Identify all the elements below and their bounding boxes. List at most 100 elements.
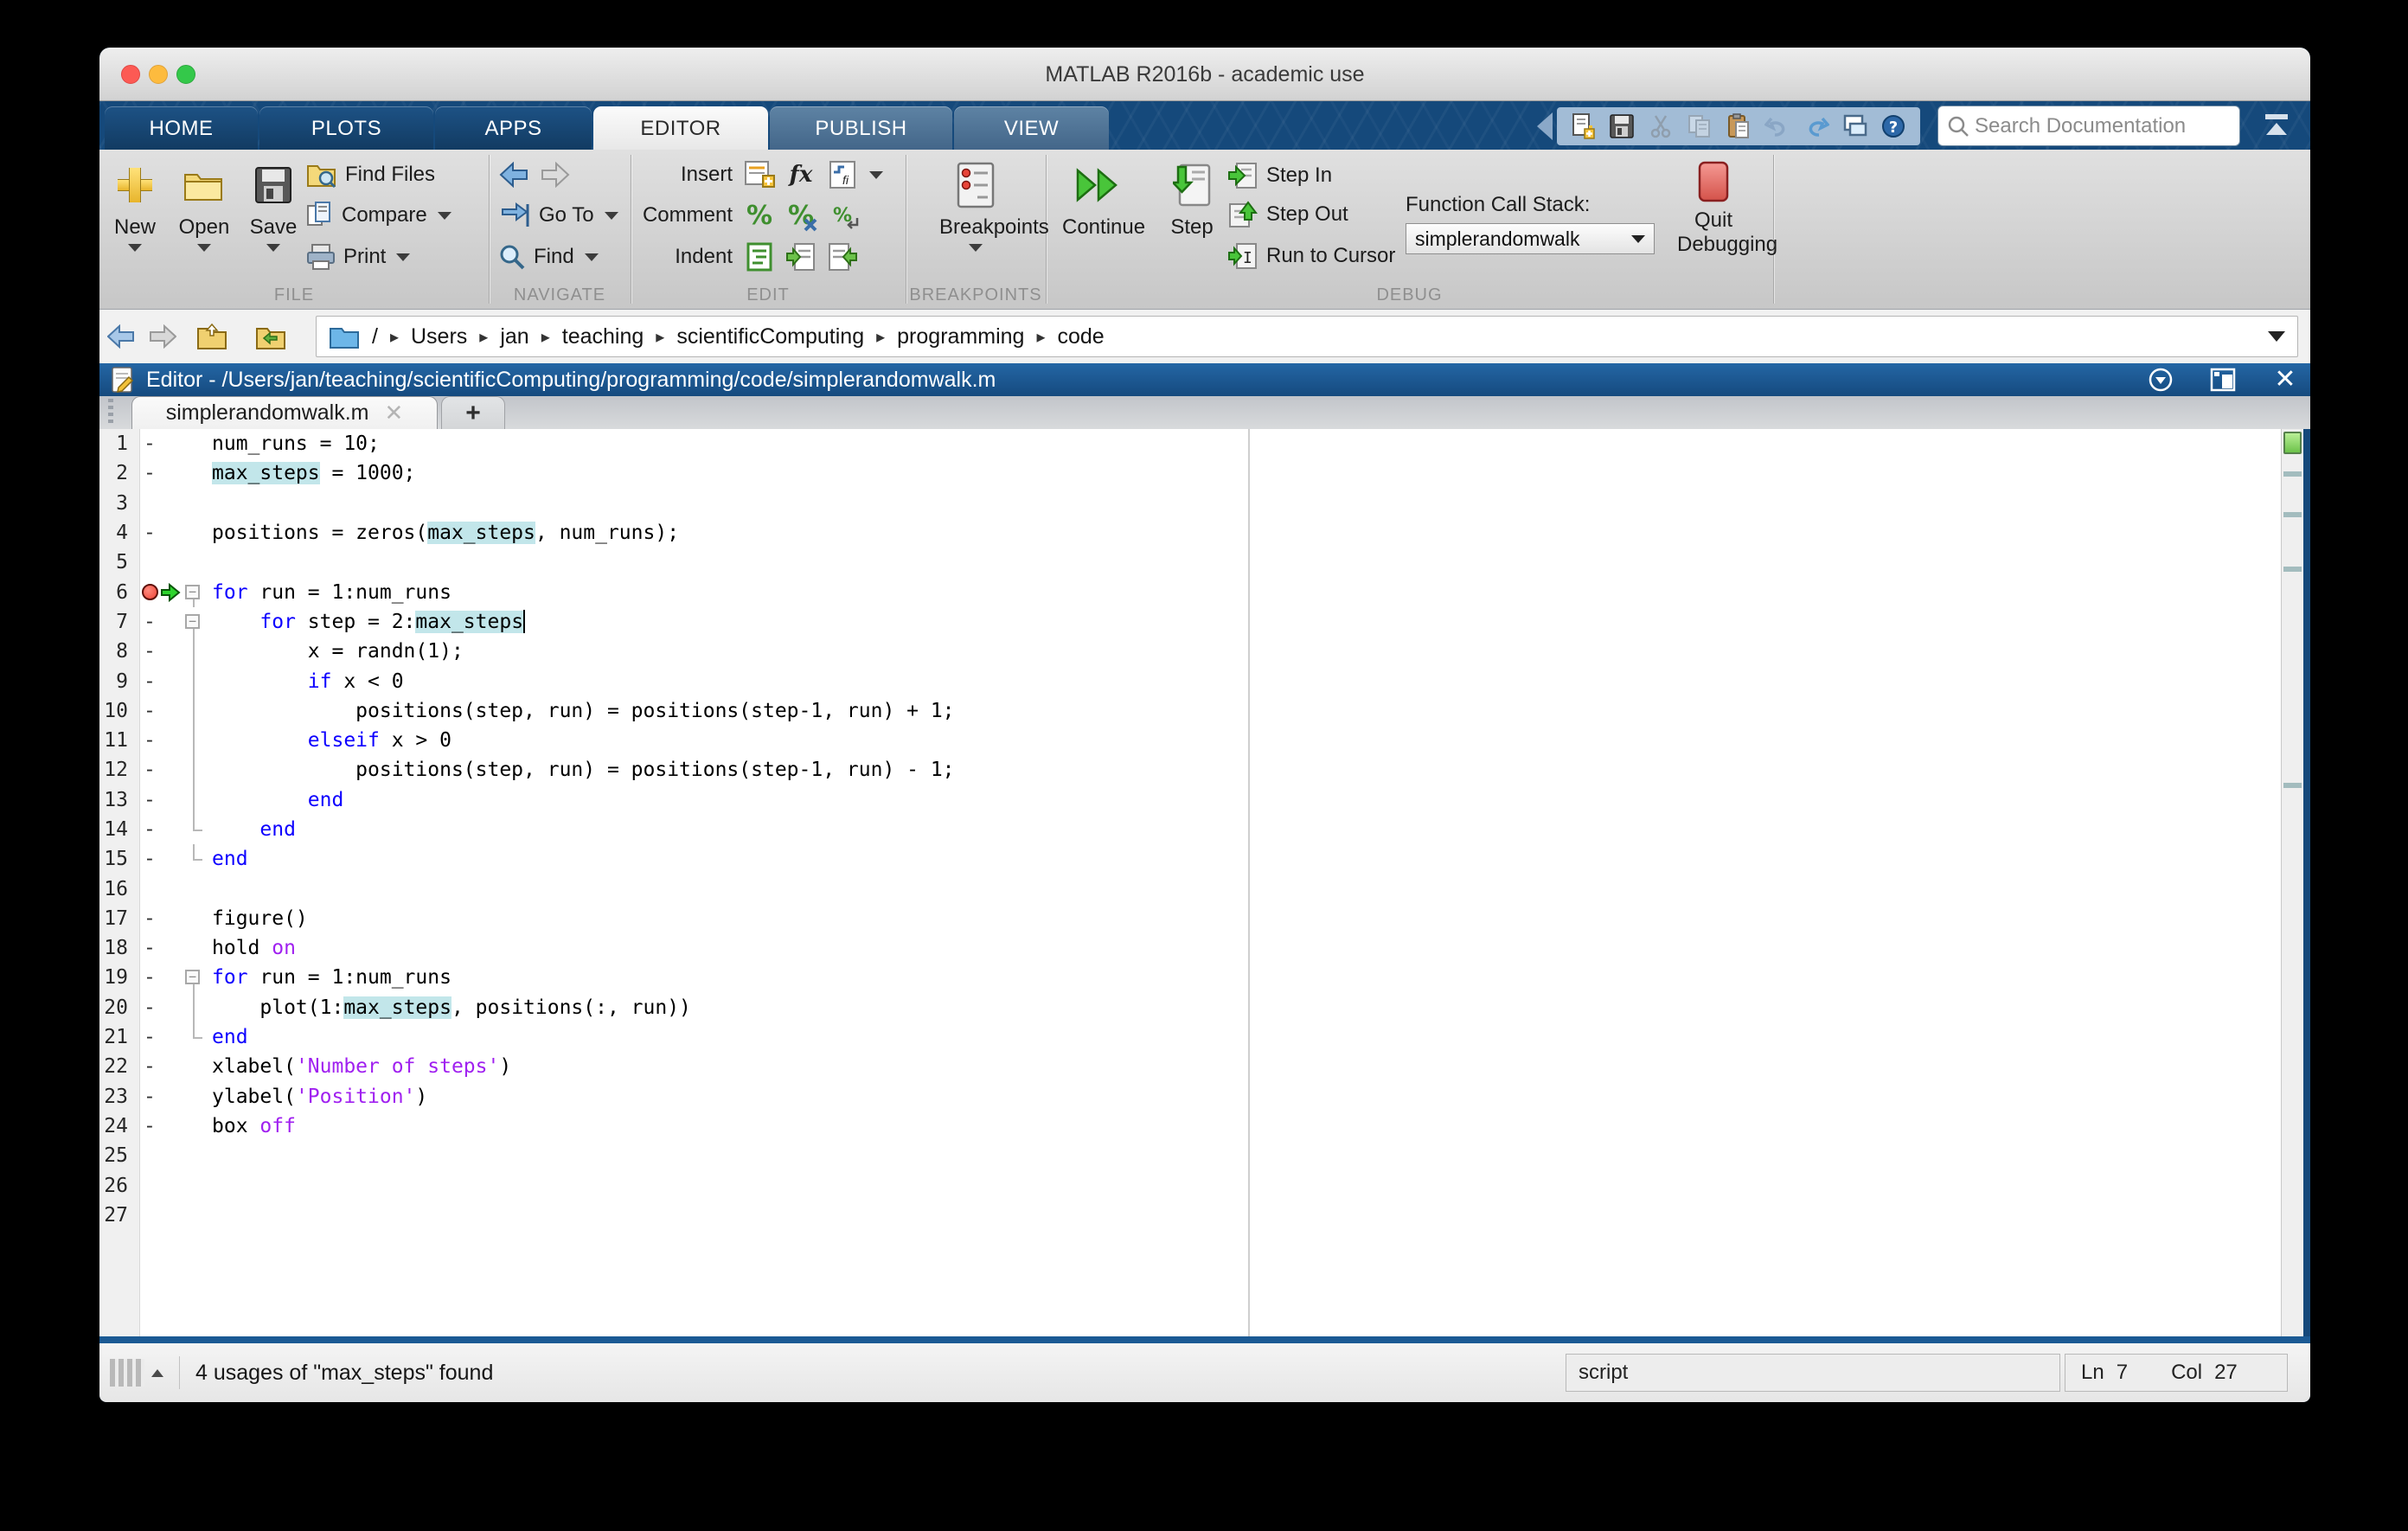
code-line-27[interactable]: 27 <box>99 1201 2281 1230</box>
ribbon-tab-view[interactable]: VIEW <box>954 106 1109 150</box>
code-line-13[interactable]: 13- end <box>99 785 2281 815</box>
save-icon[interactable] <box>1608 112 1636 140</box>
code-line-5[interactable]: 5 <box>99 548 2281 577</box>
code-fold-cell[interactable]: − <box>183 577 205 606</box>
breadcrumb-segment[interactable]: programming <box>897 324 1024 349</box>
breadcrumb-segment[interactable]: jan <box>500 324 528 349</box>
executable-line-marker[interactable]: - <box>140 937 160 959</box>
open-button[interactable]: Open <box>168 157 240 252</box>
indent-left-icon[interactable] <box>826 240 859 273</box>
executable-line-marker[interactable]: - <box>140 818 160 841</box>
breakpoint-marker[interactable] <box>140 584 160 600</box>
save-button[interactable]: Save <box>237 157 310 252</box>
code-line-17[interactable]: 17-figure() <box>99 904 2281 933</box>
executable-line-marker[interactable]: - <box>140 432 160 455</box>
tab-grip-handle[interactable] <box>108 399 113 426</box>
executable-line-marker[interactable]: - <box>140 1086 160 1108</box>
executable-line-marker[interactable]: - <box>140 670 160 693</box>
uncomment-icon[interactable]: % <box>785 199 817 232</box>
code-line-22[interactable]: 22-xlabel('Number of steps') <box>99 1052 2281 1081</box>
code-line-16[interactable]: 16 <box>99 874 2281 903</box>
code-editor[interactable]: 1-num_runs = 10;2-max_steps = 1000;34-po… <box>99 429 2281 1336</box>
code-line-2[interactable]: 2-max_steps = 1000; <box>99 458 2281 488</box>
goto-button[interactable]: Go To <box>499 201 618 230</box>
forward-icon[interactable] <box>539 162 570 188</box>
breadcrumb-segment[interactable]: / <box>372 324 378 349</box>
insert-cell-icon[interactable]: fi <box>826 158 859 191</box>
usage-marker[interactable] <box>2283 567 2302 572</box>
ribbon-tab-plots[interactable]: PLOTS <box>259 106 433 150</box>
executable-line-marker[interactable]: - <box>140 611 160 633</box>
path-dropdown-arrow[interactable] <box>2268 331 2285 342</box>
new-tab-button[interactable]: + <box>441 396 505 429</box>
code-line-12[interactable]: 12- positions(step, run) = positions(ste… <box>99 755 2281 785</box>
code-line-23[interactable]: 23-ylabel('Position') <box>99 1082 2281 1111</box>
executable-line-marker[interactable]: - <box>140 1055 160 1078</box>
indent-buttons[interactable] <box>743 242 859 272</box>
find-files-button[interactable]: Find Files <box>307 160 435 189</box>
up-folder-icon[interactable] <box>195 320 229 353</box>
code-fold-cell[interactable]: − <box>183 963 205 992</box>
executable-line-marker[interactable]: - <box>140 1026 160 1048</box>
code-line-3[interactable]: 3 <box>99 489 2281 518</box>
collapse-ribbon-icon[interactable] <box>2264 112 2290 138</box>
executable-line-marker[interactable]: - <box>140 848 160 870</box>
executable-line-marker[interactable]: - <box>140 522 160 544</box>
statusbar-grip[interactable] <box>110 1359 144 1387</box>
code-line-21[interactable]: 21-end <box>99 1022 2281 1052</box>
new-script-icon[interactable] <box>1569 112 1597 140</box>
executable-line-marker[interactable]: - <box>140 1115 160 1137</box>
code-line-18[interactable]: 18-hold on <box>99 933 2281 963</box>
breakpoints-button[interactable]: Breakpoints <box>939 157 1012 252</box>
code-line-9[interactable]: 9- if x < 0 <box>99 666 2281 695</box>
breadcrumb-segment[interactable]: teaching <box>562 324 644 349</box>
insert-dropdown-arrow[interactable] <box>869 171 883 179</box>
indent-right-icon[interactable] <box>785 240 817 273</box>
comment-buttons[interactable]: % % % <box>743 201 859 230</box>
executable-line-marker[interactable]: - <box>140 996 160 1019</box>
nav-back-icon[interactable] <box>105 320 139 353</box>
message-indicator-strip[interactable] <box>2281 429 2303 1336</box>
tab-close-icon[interactable]: ✕ <box>385 400 404 426</box>
executable-line-marker[interactable]: - <box>140 789 160 811</box>
new-button[interactable]: New <box>99 157 171 252</box>
code-line-14[interactable]: 14- end <box>99 815 2281 844</box>
step-in-button[interactable]: Step In <box>1228 161 1332 190</box>
find-button[interactable]: Find <box>499 242 599 272</box>
insert-section-icon[interactable] <box>743 158 776 191</box>
executable-line-marker[interactable]: - <box>140 729 160 752</box>
code-line-8[interactable]: 8- x = randn(1); <box>99 637 2281 666</box>
step-out-button[interactable]: Step Out <box>1228 200 1348 229</box>
ribbon-tab-apps[interactable]: APPS <box>435 106 592 150</box>
wrap-comments-icon[interactable]: % <box>826 199 859 232</box>
executable-line-marker[interactable]: - <box>140 640 160 663</box>
breadcrumb-segment[interactable]: code <box>1057 324 1104 349</box>
redo-icon[interactable] <box>1803 112 1830 140</box>
usage-marker[interactable] <box>2283 512 2302 517</box>
statusbar-expand-icon[interactable] <box>151 1369 163 1377</box>
ribbon-tab-publish[interactable]: PUBLISH <box>770 106 952 150</box>
comment-icon[interactable]: % <box>743 199 776 232</box>
step-button[interactable]: Step <box>1156 157 1228 240</box>
code-line-10[interactable]: 10- positions(step, run) = positions(ste… <box>99 696 2281 726</box>
editor-menu-icon[interactable] <box>2146 367 2175 393</box>
analyzer-status-icon[interactable] <box>2283 432 2302 454</box>
breadcrumb-segment[interactable]: scientificComputing <box>676 324 864 349</box>
code-line-7[interactable]: 7-− for step = 2:max_steps <box>99 607 2281 637</box>
code-line-15[interactable]: 15-end <box>99 844 2281 874</box>
help-icon[interactable]: ? <box>1880 112 1907 140</box>
browse-folder-icon[interactable] <box>253 320 288 353</box>
usage-marker[interactable] <box>2283 783 2302 788</box>
usage-marker[interactable] <box>2283 471 2302 477</box>
ribbon-tab-home[interactable]: HOME <box>105 106 258 150</box>
executable-line-marker[interactable]: - <box>140 966 160 989</box>
breadcrumb-segment[interactable]: Users <box>411 324 467 349</box>
breakpoint-icon[interactable] <box>142 584 158 600</box>
code-line-1[interactable]: 1-num_runs = 10; <box>99 429 2281 458</box>
code-line-25[interactable]: 25 <box>99 1141 2281 1170</box>
editor-dock-icon[interactable] <box>2208 367 2238 393</box>
code-line-26[interactable]: 26 <box>99 1170 2281 1200</box>
code-line-11[interactable]: 11- elseif x > 0 <box>99 726 2281 755</box>
path-field[interactable]: /▸Users▸jan▸teaching▸scientificComputing… <box>316 316 2298 357</box>
ribbon-tab-editor[interactable]: EDITOR <box>593 106 768 150</box>
